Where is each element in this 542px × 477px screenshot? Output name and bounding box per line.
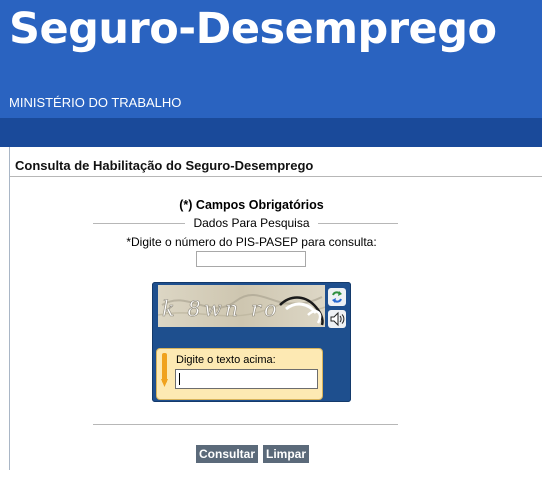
captcha-widget: k 8wn ro Digite o texto acima:	[152, 282, 351, 402]
entry-arrow-icon	[161, 353, 168, 387]
ministry-label: MINISTÉRIO DO TRABALHO	[9, 95, 182, 110]
captcha-text: k 8wn ro	[162, 297, 280, 321]
captcha-entry-box: Digite o texto acima:	[156, 348, 323, 400]
audio-icon	[329, 311, 345, 327]
nav-bar	[0, 118, 542, 147]
text-cursor	[179, 373, 180, 385]
form-bottom-divider	[93, 424, 398, 425]
captcha-image: k 8wn ro	[158, 285, 325, 327]
required-fields-note: (*) Campos Obrigatórios	[179, 198, 324, 212]
consultar-button[interactable]: Consultar	[196, 445, 259, 463]
content-left-border	[9, 147, 10, 470]
captcha-entry-label: Digite o texto acima:	[176, 354, 276, 366]
brand-title: Seguro-Desemprego	[9, 4, 497, 54]
pis-input[interactable]	[196, 251, 306, 267]
captcha-input[interactable]	[175, 369, 318, 389]
site-header: Seguro-Desemprego MINISTÉRIO DO TRABALHO	[0, 0, 542, 118]
fieldset-legend: Dados Para Pesquisa	[193, 216, 310, 230]
refresh-icon	[329, 289, 345, 305]
audio-captcha-button[interactable]	[328, 310, 346, 328]
captcha-distorted-text: k 8wn ro	[158, 285, 325, 327]
refresh-captcha-button[interactable]	[328, 288, 346, 306]
limpar-button[interactable]: Limpar	[263, 445, 310, 463]
title-divider	[10, 176, 542, 177]
page-title: Consulta de Habilitação do Seguro-Desemp…	[15, 158, 314, 173]
pis-label: *Digite o número do PIS-PASEP para consu…	[126, 235, 377, 249]
